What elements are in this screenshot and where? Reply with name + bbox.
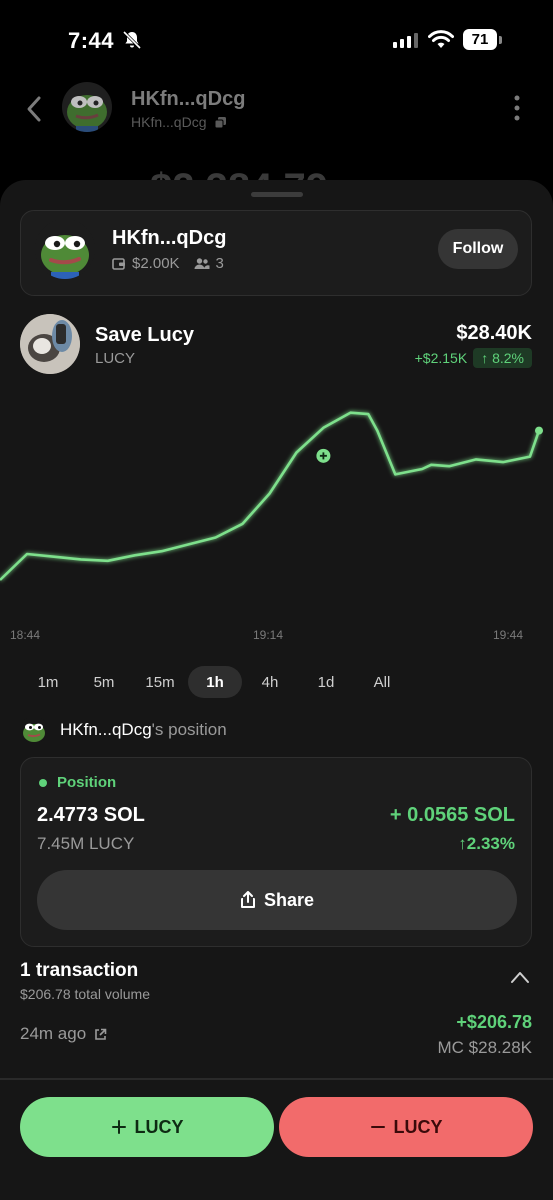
transactions-volume: $206.78 total volume <box>20 986 150 1002</box>
position-card: Position 2.4773 SOL + 0.0565 SOL 7.45M L… <box>20 757 532 947</box>
status-bar: 7:44 71 <box>0 0 553 80</box>
token-summary[interactable]: Save Lucy LUCY $28.40K +$2.15K ↑ 8.2% <box>20 314 532 380</box>
price-line <box>0 411 541 581</box>
position-gain: + 0.0565 SOL <box>389 804 515 826</box>
frog-avatar-icon <box>62 82 112 132</box>
status-dot <box>39 778 47 787</box>
avatar <box>20 716 48 744</box>
x-tick-label: 19:14 <box>253 628 284 642</box>
sell-button[interactable]: LUCY <box>279 1097 533 1157</box>
trader-name: HKfn...qDcg <box>112 227 227 249</box>
range-tab-4h[interactable]: 4h <box>242 666 298 698</box>
position-label: Position <box>39 774 116 791</box>
header-subtitle: HKfn...qDcg <box>131 114 227 130</box>
status-time: 7:44 <box>68 28 115 53</box>
battery-indicator: 71 <box>463 29 497 50</box>
latest-price-point <box>535 426 543 435</box>
avatar <box>62 82 112 132</box>
position-quantity: 7.45M LUCY <box>37 834 135 853</box>
frog-avatar-icon <box>35 219 95 279</box>
copy-icon[interactable] <box>214 116 227 129</box>
position-sol: 2.4773 SOL <box>37 804 145 826</box>
trade-marker[interactable] <box>316 448 331 463</box>
x-tick-label: 18:44 <box>10 628 41 642</box>
trader-stats: $2.00K 3 <box>112 255 224 272</box>
page-header: HKfn...qDcg HKfn...qDcg $2,384.79 <box>0 70 553 210</box>
position-pct: ↑2.33% <box>458 834 515 853</box>
token-sheet: HKfn...qDcg $2.00K 3 Follow Save Lucy LU… <box>0 180 553 1200</box>
battery-tip <box>499 36 502 44</box>
divider <box>0 1078 553 1080</box>
token-market-cap: $28.40K <box>456 322 532 344</box>
range-tab-1m[interactable]: 1m <box>20 666 76 698</box>
sheet-grabber[interactable] <box>251 192 303 197</box>
token-change: +$2.15K ↑ 8.2% <box>415 348 532 368</box>
time-range-tabs: 1m 5m 15m 1h 4h 1d All <box>20 666 532 698</box>
wallet-icon <box>112 258 125 270</box>
frog-avatar-icon <box>20 716 48 744</box>
token-ticker: LUCY <box>95 350 136 367</box>
cellular-signal-icon <box>393 32 418 48</box>
token-photo-icon <box>20 314 80 374</box>
share-label: Share <box>263 889 315 910</box>
trader-followers: 3 <box>215 255 224 272</box>
avatar <box>35 219 95 279</box>
position-owner: HKfn...qDcg <box>60 720 152 739</box>
buy-label: LUCY <box>134 1116 184 1137</box>
position-title: Position <box>57 774 117 791</box>
price-chart[interactable] <box>0 390 553 640</box>
token-name: Save Lucy <box>95 324 194 346</box>
token-avatar <box>20 314 80 374</box>
position-owner-suffix: 's position <box>151 720 227 739</box>
transactions-title: 1 transaction <box>20 960 139 981</box>
users-icon <box>194 258 210 269</box>
transaction-amount: +$206.78 <box>456 1012 532 1032</box>
transaction-time-label: 24m ago <box>20 1024 87 1043</box>
trader-volume: $2.00K <box>132 255 180 272</box>
wifi-icon <box>428 30 454 48</box>
share-icon <box>240 891 255 908</box>
range-tab-5m[interactable]: 5m <box>76 666 132 698</box>
sell-label: LUCY <box>393 1116 443 1137</box>
header-address: HKfn...qDcg <box>131 114 207 130</box>
chevron-left-icon[interactable] <box>22 94 46 124</box>
token-change-pct-badge: ↑ 8.2% <box>473 348 532 368</box>
range-tab-1d[interactable]: 1d <box>298 666 354 698</box>
position-header: HKfn...qDcg's position <box>20 716 227 744</box>
trader-card[interactable]: HKfn...qDcg $2.00K 3 Follow <box>20 210 532 296</box>
minus-icon <box>370 1126 385 1128</box>
buy-button[interactable]: LUCY <box>20 1097 274 1157</box>
plus-icon <box>111 1120 126 1134</box>
transaction-market-cap: MC $28.28K <box>437 1038 533 1057</box>
bell-muted-icon <box>122 30 142 50</box>
token-change-abs: +$2.15K <box>414 350 468 366</box>
range-tab-all[interactable]: All <box>354 666 410 698</box>
share-button[interactable]: Share <box>37 870 517 930</box>
header-title: HKfn...qDcg <box>131 88 246 110</box>
x-tick-label: 19:44 <box>493 628 524 642</box>
range-tab-15m[interactable]: 15m <box>132 666 188 698</box>
follow-button[interactable]: Follow <box>438 229 518 269</box>
external-link-icon <box>95 1028 107 1040</box>
more-vertical-icon[interactable] <box>510 94 524 124</box>
chevron-up-icon[interactable] <box>510 970 530 984</box>
transaction-time[interactable]: 24m ago <box>20 1024 107 1044</box>
range-tab-1h[interactable]: 1h <box>188 666 242 698</box>
